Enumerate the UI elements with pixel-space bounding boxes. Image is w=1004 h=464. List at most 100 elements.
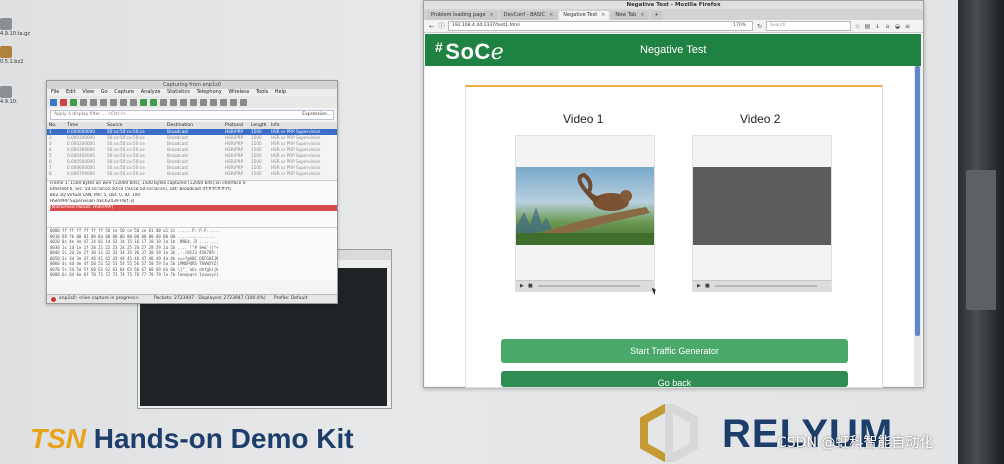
soce-logo: #SoCe bbox=[435, 39, 505, 65]
table-row[interactable]: 8 0.000700000 50:ce:50:ce:50:ce Broadcas… bbox=[47, 171, 337, 177]
address-bar[interactable]: 192.168.4.44:1337/test1.html 170% bbox=[448, 21, 753, 31]
wireshark-window[interactable]: Capturing from enp1s0 File Edit View Go … bbox=[46, 80, 338, 304]
home-icon[interactable]: ⌂ bbox=[884, 23, 891, 30]
menu-help[interactable]: Help bbox=[275, 89, 286, 95]
col-no[interactable]: No. bbox=[49, 122, 67, 129]
autoscroll-icon[interactable] bbox=[190, 98, 197, 106]
reload-icon[interactable] bbox=[120, 98, 127, 106]
web-page: #SoCe Negative Test Video 1 Video 2 ▶ ■ … bbox=[425, 34, 921, 388]
go-back-button[interactable]: Go back bbox=[501, 371, 848, 388]
library-icon[interactable]: ▤ bbox=[864, 23, 871, 30]
scrollbar-thumb[interactable] bbox=[915, 66, 920, 336]
stop-icon[interactable]: ■ bbox=[705, 283, 710, 289]
menu-bar: File Edit View Go Capture Analyze Statis… bbox=[47, 89, 337, 96]
packet-details: Frame 1: 1500 bytes on wire (12000 bits)… bbox=[47, 180, 337, 227]
zoom-level[interactable]: 170% bbox=[733, 22, 746, 30]
download-icon[interactable]: ↓ bbox=[874, 23, 881, 30]
search-input[interactable]: Search bbox=[766, 21, 851, 31]
find-icon[interactable] bbox=[130, 98, 137, 106]
page-scrollbar[interactable] bbox=[914, 66, 921, 386]
menu-edit[interactable]: Edit bbox=[66, 89, 76, 95]
tab-new-tab[interactable]: New Tab × bbox=[611, 11, 649, 20]
stop-icon[interactable] bbox=[60, 98, 67, 106]
back-arrow-icon[interactable] bbox=[140, 98, 147, 106]
col-length[interactable]: Length bbox=[251, 122, 271, 129]
menu-telephony[interactable]: Telephony bbox=[196, 89, 221, 95]
tab-strip: Problem loading page × DevConf - BASIC × N… bbox=[424, 9, 923, 20]
goto-icon[interactable] bbox=[160, 98, 167, 106]
last-packet-icon[interactable] bbox=[180, 98, 187, 106]
monitor-bezel bbox=[958, 0, 1004, 464]
save-icon[interactable] bbox=[100, 98, 107, 106]
back-icon[interactable]: ← bbox=[428, 23, 435, 30]
zoom-reset-icon[interactable] bbox=[230, 98, 237, 106]
open-icon[interactable] bbox=[90, 98, 97, 106]
display-filter-input[interactable]: Apply a display filter ... <Ctrl-/> Expr… bbox=[50, 110, 334, 120]
shark-fin-start-icon[interactable] bbox=[50, 98, 57, 106]
close-icon[interactable]: × bbox=[640, 12, 644, 18]
play-icon[interactable]: ▶ bbox=[520, 283, 524, 289]
resize-columns-icon[interactable] bbox=[240, 98, 247, 106]
tab-negative-test[interactable]: Negative Test × bbox=[559, 11, 610, 20]
new-tab-button[interactable]: + bbox=[650, 11, 663, 20]
col-destination[interactable]: Destination bbox=[167, 122, 225, 129]
menu-go[interactable]: Go bbox=[101, 89, 108, 95]
menu-analyze[interactable]: Analyze bbox=[141, 89, 161, 95]
video1-frame[interactable] bbox=[516, 167, 654, 245]
stop-icon[interactable]: ■ bbox=[528, 283, 533, 289]
zoom-out-icon[interactable] bbox=[220, 98, 227, 106]
status-profile[interactable]: Profile: Default bbox=[274, 295, 307, 303]
menu-statistics[interactable]: Statistics bbox=[167, 89, 190, 95]
window-title: Capturing from enp1s0 bbox=[47, 81, 337, 89]
close-icon[interactable]: × bbox=[601, 12, 605, 18]
pocket-icon[interactable]: ◒ bbox=[894, 23, 901, 30]
col-time[interactable]: Time bbox=[67, 122, 107, 129]
menu-tools[interactable]: Tools bbox=[256, 89, 268, 95]
tab-problem-loading[interactable]: Problem loading page × bbox=[427, 11, 498, 20]
play-icon[interactable]: ▶ bbox=[697, 283, 701, 289]
first-packet-icon[interactable] bbox=[170, 98, 177, 106]
col-source[interactable]: Source bbox=[107, 122, 167, 129]
video2-controls: ▶ ■ bbox=[693, 280, 831, 291]
desktop-file-icon[interactable]: 4.9.10. bbox=[0, 86, 22, 105]
video2-frame[interactable] bbox=[693, 167, 831, 245]
close-icon[interactable]: × bbox=[490, 12, 494, 18]
flying-squirrel-image bbox=[516, 172, 654, 245]
toolbar bbox=[47, 96, 337, 108]
expression-button[interactable]: Expression... bbox=[302, 111, 331, 119]
info-icon[interactable]: ⓘ bbox=[438, 23, 445, 30]
colorize-icon[interactable] bbox=[200, 98, 207, 106]
detail-row-malformed[interactable]: [Malformed Packet: HSR/PRP] bbox=[50, 205, 337, 211]
video2-seek-bar[interactable] bbox=[715, 285, 817, 287]
window-title: Negative Test - Mozilla Firefox bbox=[424, 1, 923, 9]
video1-seek-bar[interactable] bbox=[538, 285, 640, 287]
close-icon[interactable] bbox=[110, 98, 117, 106]
tab-devconf[interactable]: DevConf - BASIC × bbox=[499, 11, 558, 20]
firefox-window[interactable]: Negative Test - Mozilla Firefox Problem … bbox=[423, 0, 924, 388]
status-packets: Packets: 2723947 · Displayed: 2723947 (1… bbox=[154, 296, 266, 301]
col-protocol[interactable]: Protocol bbox=[225, 122, 251, 129]
archive-icon bbox=[0, 18, 12, 30]
col-info[interactable]: Info bbox=[271, 122, 280, 129]
archive-icon bbox=[0, 46, 12, 58]
menu-capture[interactable]: Capture bbox=[114, 89, 134, 95]
video2-player[interactable]: ▶ ■ bbox=[692, 135, 832, 292]
menu-wireless[interactable]: Wireless bbox=[228, 89, 249, 95]
options-icon[interactable] bbox=[80, 98, 87, 106]
menu-view[interactable]: View bbox=[82, 89, 94, 95]
packet-bytes: 0000 ff ff ff ff ff ff 50 ce 50 ce 50 ce… bbox=[47, 227, 337, 280]
hex-row: 0080 6c 6d 6e 6f 70 71 72 73 74 75 76 77… bbox=[50, 272, 219, 277]
close-icon[interactable]: × bbox=[549, 12, 553, 18]
video1-player[interactable]: ▶ ■ bbox=[515, 135, 655, 292]
restart-icon[interactable] bbox=[70, 98, 77, 106]
zoom-in-icon[interactable] bbox=[210, 98, 217, 106]
menu-icon[interactable]: ≡ bbox=[904, 23, 911, 30]
start-traffic-generator-button[interactable]: Start Traffic Generator bbox=[501, 339, 848, 363]
reload-icon[interactable]: ↻ bbox=[756, 23, 763, 30]
desktop-file-icon[interactable]: 4.9.10.ta.gz bbox=[0, 18, 30, 37]
forward-arrow-icon[interactable] bbox=[150, 98, 157, 106]
desktop-file-icon[interactable]: 0.5.1.bz2 bbox=[0, 46, 23, 65]
menu-file[interactable]: File bbox=[51, 89, 59, 95]
star-icon[interactable]: ☆ bbox=[854, 23, 861, 30]
capture-status-icon[interactable] bbox=[51, 296, 56, 302]
